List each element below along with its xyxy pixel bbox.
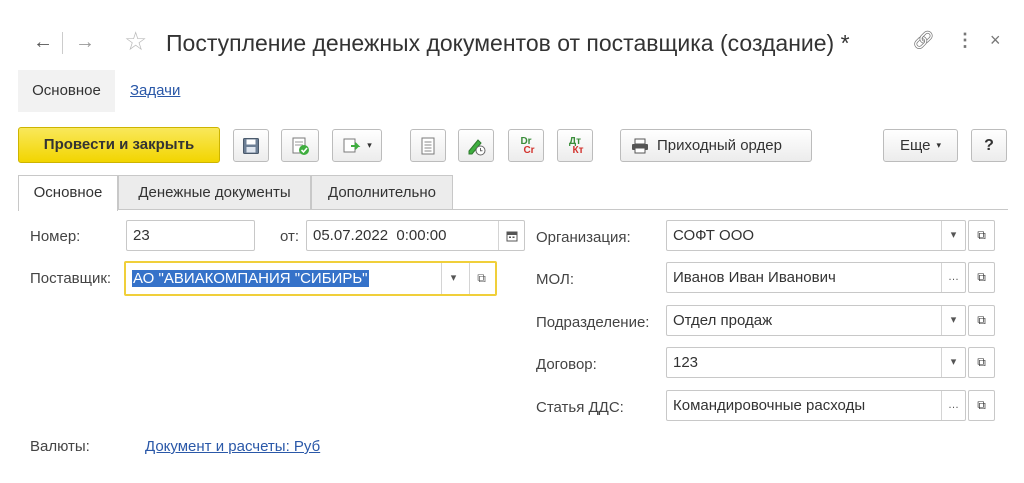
link-icon[interactable]: 🔗︎ <box>912 30 935 51</box>
open-dds-icon[interactable]: ⧉ <box>968 390 995 421</box>
chevron-down-icon: ▾ <box>367 140 372 150</box>
organization-value: СОФТ ООО <box>673 227 755 244</box>
post-and-close-button[interactable]: Провести и закрыть <box>18 127 220 163</box>
organization-field[interactable]: СОФТ ООО ▾ <box>666 220 966 251</box>
currency-label: Валюты: <box>30 438 90 455</box>
favorite-star-icon[interactable]: ☆ <box>124 28 147 54</box>
date-value: 05.07.2022 0:00:00 <box>313 227 447 244</box>
dr-cr-button[interactable]: Dr Cr <box>508 129 544 162</box>
dds-value: Командировочные расходы <box>673 397 866 414</box>
dt-kt-icon: Дт Кт <box>566 136 584 156</box>
supplier-value: АО "АВИАКОМПАНИЯ "СИБИРЬ" <box>132 270 369 287</box>
department-value: Отдел продаж <box>673 312 773 329</box>
forward-button[interactable]: → <box>70 30 100 54</box>
mol-value: Иванов Иван Иванович <box>673 269 836 286</box>
save-button[interactable] <box>233 129 269 162</box>
supplier-label: Поставщик: <box>30 270 112 287</box>
tab-active-cover <box>19 208 117 211</box>
date-label: от: <box>280 228 300 245</box>
currency-link[interactable]: Документ и расчеты: Руб <box>145 438 320 455</box>
open-mol-icon[interactable]: ⧉ <box>968 262 995 293</box>
printer-icon <box>632 138 648 153</box>
department-label: Подразделение: <box>536 314 650 331</box>
department-field[interactable]: Отдел продаж ▾ <box>666 305 966 336</box>
receipt-order-label: Приходный ордер <box>657 137 782 154</box>
create-based-on-button[interactable]: ▾ <box>332 129 382 162</box>
open-organization-icon[interactable]: ⧉ <box>968 220 995 251</box>
select-ellipsis-icon[interactable]: … <box>941 391 965 420</box>
dds-field[interactable]: Командировочные расходы … <box>666 390 966 421</box>
dropdown-chevron-icon[interactable]: ▾ <box>941 221 965 250</box>
contract-field[interactable]: 123 ▾ <box>666 347 966 378</box>
close-icon[interactable]: × <box>990 30 1001 51</box>
post-document-icon <box>292 137 309 155</box>
select-ellipsis-icon[interactable]: … <box>941 263 965 292</box>
dropdown-chevron-icon[interactable]: ▾ <box>941 348 965 377</box>
more-button[interactable]: Еще ▾ <box>883 129 958 162</box>
contract-value: 123 <box>673 354 699 371</box>
kt-label: Кт <box>572 144 584 156</box>
open-contract-icon[interactable]: ⧉ <box>968 347 995 378</box>
window-title: Поступление денежных документов от поста… <box>166 30 850 56</box>
number-field[interactable]: 23 <box>126 220 255 251</box>
pencil-clock-icon <box>468 138 486 155</box>
calendar-icon[interactable] <box>498 221 524 250</box>
tab-main[interactable]: Основное <box>18 175 118 211</box>
contract-label: Договор: <box>536 356 597 373</box>
journal-button[interactable] <box>410 129 446 162</box>
tab-money-documents[interactable]: Денежные документы <box>118 175 311 210</box>
more-label: Еще <box>899 137 931 154</box>
post-button[interactable] <box>281 129 319 162</box>
top-tab-tasks[interactable]: Задачи <box>130 82 180 99</box>
chevron-down-icon: ▾ <box>936 140 942 150</box>
more-menu-icon[interactable]: ⋮ <box>956 30 974 51</box>
dt-kt-button[interactable]: Дт Кт <box>557 129 593 162</box>
help-button[interactable]: ? <box>971 129 1007 162</box>
dropdown-chevron-icon[interactable]: ▾ <box>941 306 965 335</box>
top-tab-main[interactable]: Основное <box>18 70 115 112</box>
dropdown-chevron-icon[interactable]: ▾ <box>441 263 465 294</box>
mol-label: МОЛ: <box>536 271 575 288</box>
open-department-icon[interactable]: ⧉ <box>968 305 995 336</box>
dds-label: Статья ДДС: <box>536 399 624 416</box>
edit-history-button[interactable] <box>458 129 494 162</box>
receipt-order-button[interactable]: Приходный ордер <box>620 129 812 162</box>
cr-label: Cr <box>523 144 535 156</box>
save-icon <box>243 137 259 154</box>
mol-field[interactable]: Иванов Иван Иванович … <box>666 262 966 293</box>
open-link-icon[interactable]: ⧉ <box>469 263 493 294</box>
tab-additional[interactable]: Дополнительно <box>311 175 453 210</box>
organization-label: Организация: <box>536 229 631 246</box>
date-field[interactable]: 05.07.2022 0:00:00 <box>306 220 525 251</box>
nav-divider <box>62 32 63 54</box>
create-based-on-icon <box>343 138 361 152</box>
number-label: Номер: <box>30 228 81 245</box>
back-button[interactable]: ← <box>28 30 58 54</box>
dr-cr-icon: Dr Cr <box>517 136 535 156</box>
list-icon <box>421 137 435 154</box>
tab-divider <box>18 209 1008 210</box>
supplier-field[interactable]: АО "АВИАКОМПАНИЯ "СИБИРЬ" ▾ ⧉ <box>124 261 497 296</box>
